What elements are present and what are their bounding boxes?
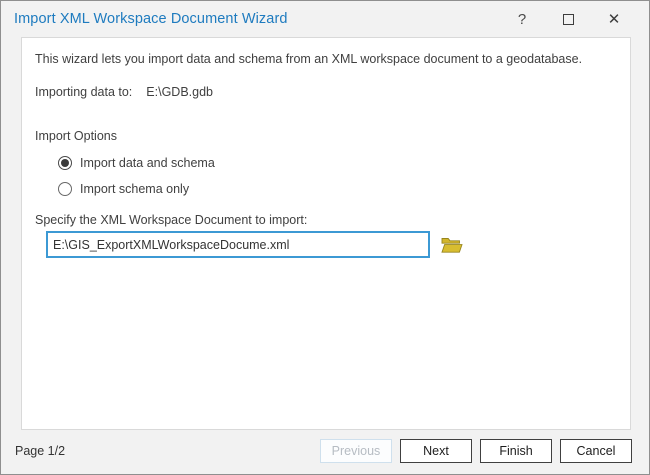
next-button[interactable]: Next bbox=[400, 439, 472, 463]
help-icon[interactable]: ? bbox=[499, 5, 545, 33]
radio-option-label: Import data and schema bbox=[80, 155, 215, 171]
xml-path-input[interactable] bbox=[46, 231, 430, 258]
page-indicator: Page 1/2 bbox=[15, 444, 65, 458]
cancel-button[interactable]: Cancel bbox=[560, 439, 632, 463]
xml-path-row bbox=[46, 231, 463, 258]
wizard-buttons: Previous Next Finish Cancel bbox=[320, 439, 632, 463]
radio-unselected-icon[interactable] bbox=[58, 182, 72, 196]
importing-data-to-label: Importing data to: bbox=[35, 85, 132, 99]
importing-data-row: Importing data to: E:\GDB.gdb bbox=[35, 84, 213, 100]
previous-button[interactable]: Previous bbox=[320, 439, 392, 463]
finish-button[interactable]: Finish bbox=[480, 439, 552, 463]
intro-text: This wizard lets you import data and sch… bbox=[35, 51, 620, 67]
radio-option-import-data-and-schema[interactable]: Import data and schema bbox=[58, 155, 215, 171]
content-panel: This wizard lets you import data and sch… bbox=[21, 37, 631, 430]
importing-data-to-value: E:\GDB.gdb bbox=[146, 85, 213, 99]
footer-bar: Page 1/2 Previous Next Finish Cancel bbox=[1, 428, 649, 474]
radio-option-import-schema-only[interactable]: Import schema only bbox=[58, 181, 189, 197]
close-icon[interactable]: ✕ bbox=[591, 5, 637, 33]
radio-selected-icon[interactable] bbox=[58, 156, 72, 170]
dialog-title: Import XML Workspace Document Wizard bbox=[14, 11, 288, 27]
window-controls: ? ✕ bbox=[499, 5, 637, 33]
browse-folder-icon[interactable] bbox=[441, 236, 463, 254]
import-options-label: Import Options bbox=[35, 128, 117, 144]
specify-xml-label: Specify the XML Workspace Document to im… bbox=[35, 212, 307, 228]
dialog-window: Import XML Workspace Document Wizard ? ✕… bbox=[0, 0, 650, 475]
titlebar: Import XML Workspace Document Wizard ? ✕ bbox=[1, 1, 649, 37]
open-folder-glyph bbox=[441, 236, 463, 254]
maximize-icon[interactable] bbox=[545, 5, 591, 33]
maximize-square-glyph bbox=[563, 14, 574, 25]
radio-option-label: Import schema only bbox=[80, 181, 189, 197]
